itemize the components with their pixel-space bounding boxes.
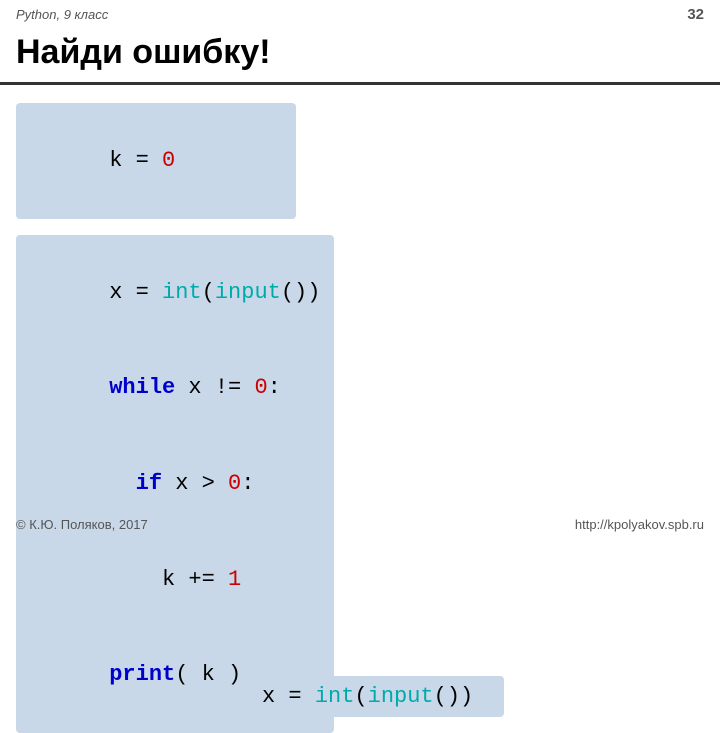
code-line-1: x = int(input())	[30, 245, 320, 341]
code-line-k: k = 0	[30, 113, 282, 209]
answer-text: x = int(input())	[262, 684, 473, 709]
header-subtitle: Python, 9 класс	[16, 7, 108, 22]
footer: © К.Ю. Поляков, 2017 http://kpolyakov.sp…	[0, 509, 720, 540]
footer-left: © К.Ю. Поляков, 2017	[16, 517, 148, 532]
code-block-main: x = int(input()) while x != 0: if x > 0:…	[16, 235, 334, 733]
page-title: Найди ошибку!	[16, 33, 271, 71]
code-line-2: while x != 0:	[30, 340, 320, 436]
footer-right: http://kpolyakov.spb.ru	[575, 517, 704, 532]
code-area: k = 0 x = int(input()) while x != 0: if …	[0, 103, 720, 733]
header-page: 32	[687, 6, 704, 23]
header: Python, 9 класс 32	[0, 0, 720, 27]
code-line-4: k += 1	[30, 532, 320, 628]
answer-box: x = int(input())	[246, 676, 504, 717]
title-section: Найди ошибку!	[0, 27, 720, 85]
code-block-top: k = 0	[16, 103, 296, 219]
